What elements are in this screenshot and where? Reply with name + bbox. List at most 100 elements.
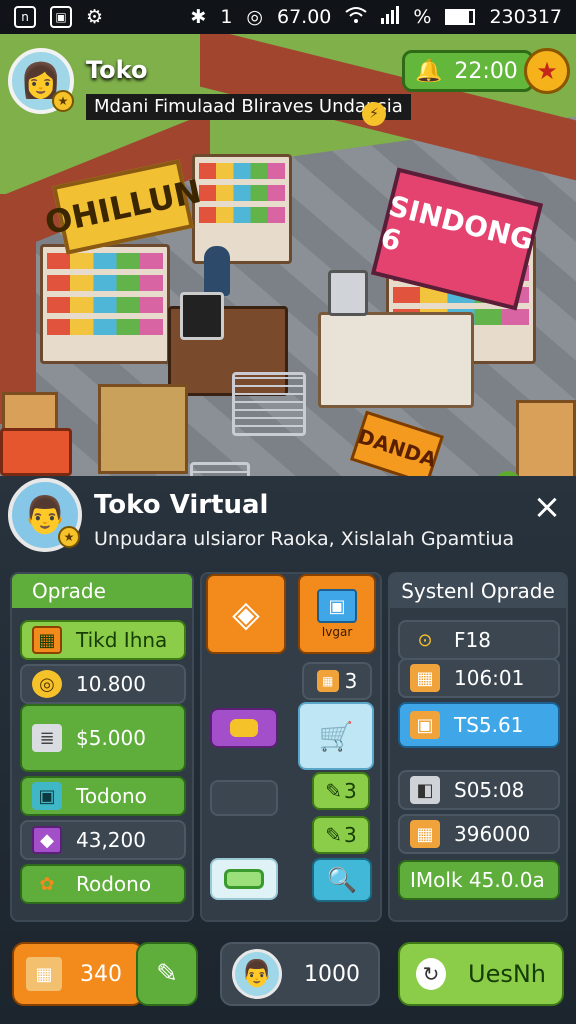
upgrade-column: Oprade ▦ Tikd Ihna ◎ 10.800 ≣ $5.000 ▣ T… <box>10 572 194 922</box>
crate-counter[interactable]: ▦ 340 <box>12 942 144 1006</box>
side-wall <box>0 194 36 424</box>
upgrade-item-4[interactable]: ▣ Todono <box>20 776 186 816</box>
coin-icon: ◎ <box>32 670 62 698</box>
upgrade-item-label: Rodono <box>76 872 152 896</box>
profile-counter[interactable]: 👨 1000 <box>220 942 380 1006</box>
system-item-2[interactable]: ▦ 106:01 <box>398 658 560 698</box>
search-tile[interactable]: 🔍 <box>312 858 372 902</box>
crate-icon: ▦ <box>32 626 62 654</box>
signal-icon <box>381 5 400 29</box>
cart-icon: 🛒 <box>318 719 354 753</box>
stock-boxes-right[interactable] <box>516 400 576 476</box>
battery-icon <box>445 9 476 25</box>
produce-stand[interactable] <box>98 384 188 474</box>
display-counter[interactable] <box>318 312 474 408</box>
star-button[interactable]: ★ <box>524 48 570 94</box>
bag-icon: ◈ <box>232 593 260 635</box>
count-chip[interactable]: ▦ 3 <box>302 662 372 700</box>
upgrade-item-1[interactable]: ▦ Tikd Ihna <box>20 620 186 660</box>
crate-icon: ▦ <box>26 957 62 991</box>
pin-icon: ⊙ <box>417 629 433 651</box>
wifi-icon <box>345 6 368 29</box>
status-time: 67.00 <box>277 6 332 28</box>
action-button[interactable]: ↻ UesNh <box>398 942 564 1006</box>
refresh-icon: ↻ <box>416 958 446 990</box>
crate-icon: ▦ <box>410 664 440 692</box>
notification-icon: n <box>14 6 36 28</box>
cube-icon: ◧ <box>410 776 440 804</box>
gift-icon: ◆ <box>32 826 62 854</box>
cash-machine <box>328 270 368 316</box>
upgrade-item-label: 10.800 <box>76 672 146 696</box>
panel-avatar[interactable]: 👨 ★ <box>8 478 82 552</box>
cash-tile[interactable] <box>210 858 278 900</box>
shelf-left[interactable] <box>40 244 170 364</box>
shopping-cart-small[interactable] <box>190 462 250 476</box>
timer-value: 22:00 <box>454 58 518 84</box>
upgrade-item-3[interactable]: ≣ $5.000 <box>20 704 186 772</box>
stack-icon: ≣ <box>32 724 62 752</box>
system-item-1[interactable]: ⊙ F18 <box>398 620 560 660</box>
system-item-3[interactable]: ▣ TS5.61 <box>398 702 560 748</box>
leaf-icon: ✎ <box>325 823 343 847</box>
panel-level-badge-icon: ★ <box>58 526 80 548</box>
timer-display[interactable]: 🔔 22:00 <box>402 50 534 92</box>
system-item-label: S05:08 <box>454 778 525 802</box>
cart-tile[interactable]: 🛒 <box>298 702 374 770</box>
edit-button[interactable]: ✎ <box>136 942 198 1006</box>
upgrade-item-5[interactable]: ◆ 43,200 <box>20 820 186 860</box>
upgrade-item-6[interactable]: ✿ Rodono <box>20 864 186 904</box>
system-item-6[interactable]: IMolk 45.0.0a <box>398 860 560 900</box>
system-item-4[interactable]: ◧ S05:08 <box>398 770 560 810</box>
upgrade-item-label: Todono <box>76 784 147 808</box>
upgrade-tile[interactable]: ▣ Ivgar <box>298 574 376 654</box>
bell-icon: 🔔 <box>415 58 443 84</box>
system-item-label: IMolk 45.0.0a <box>410 868 545 892</box>
system-item-5[interactable]: ▦ 396000 <box>398 814 560 854</box>
boost-badge-1-value: 3 <box>344 779 357 803</box>
panel-subtitle: Unpudara ulsiaror Raoka, Xislalah Gpamti… <box>94 528 515 550</box>
tool-tile[interactable]: ◈ <box>206 574 286 654</box>
battery-text: % <box>413 6 432 28</box>
purple-tile[interactable] <box>210 708 278 748</box>
system-header-label: Systenl Oprade <box>401 579 555 603</box>
level-badge-icon: ★ <box>52 90 74 112</box>
pencil-icon: ✎ <box>156 959 178 989</box>
player-avatar[interactable]: 👩 ★ <box>8 48 74 114</box>
box-icon: ▣ <box>317 589 357 623</box>
leaf-icon: ✎ <box>325 779 343 803</box>
flower-icon: ✿ <box>39 873 55 895</box>
panel-title: Toko Virtual <box>94 490 269 520</box>
alarm-icon: ◎ <box>246 6 263 28</box>
star-icon: ★ <box>536 57 558 85</box>
shopping-cart[interactable] <box>232 372 306 436</box>
coin-stack-icon <box>230 719 258 737</box>
boost-badge-2-value: 3 <box>344 823 357 847</box>
coin-icon: ⚡ <box>362 102 386 126</box>
system-item-label: TS5.61 <box>454 713 524 737</box>
boost-badge-2[interactable]: ✎ 3 <box>312 816 370 854</box>
system-item-label: 396000 <box>454 822 531 846</box>
profile-value: 1000 <box>304 961 360 987</box>
stock-basket[interactable] <box>0 428 72 476</box>
crate-icon: ▦ <box>410 820 440 848</box>
shelf-back[interactable] <box>192 154 292 264</box>
boost-badge-1[interactable]: ✎ 3 <box>312 772 370 810</box>
upgrade-item-2[interactable]: ◎ 10.800 <box>20 664 186 704</box>
player-hud: 👩 ★ Toko Mdani Fimulaad Bliraves Undansi… <box>8 44 411 126</box>
player-name: Toko <box>86 56 148 84</box>
sim-icon: 1 <box>220 6 233 28</box>
upgrade-tile-label: Ivgar <box>321 625 353 639</box>
cashier[interactable] <box>204 246 230 296</box>
bluetooth-icon: ✱ <box>190 6 207 28</box>
crate-count: 340 <box>80 961 122 987</box>
count-chip-value: 3 <box>344 669 358 693</box>
upgrade-item-label: 43,200 <box>76 828 146 852</box>
cash-icon <box>224 869 264 889</box>
empty-slot[interactable] <box>210 780 278 816</box>
box-icon: ▣ <box>32 782 62 810</box>
parcel-icon: ▣ <box>410 711 440 739</box>
profile-avatar-icon: 👨 <box>232 949 282 999</box>
upgrade-header: Oprade <box>12 574 192 608</box>
close-button[interactable]: × <box>528 487 566 527</box>
